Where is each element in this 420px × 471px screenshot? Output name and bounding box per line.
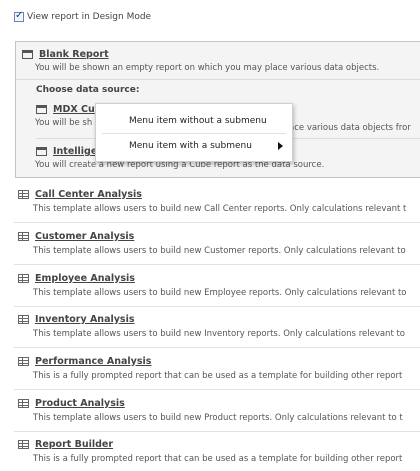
data-source-label: Choose data source: — [36, 85, 140, 95]
report-window-icon — [36, 105, 47, 114]
template-grid-icon — [18, 314, 29, 324]
divider — [14, 222, 420, 223]
template-description: This template allows users to build new … — [33, 204, 407, 214]
design-mode-toggle[interactable]: View report in Design Mode — [14, 10, 152, 22]
template-product[interactable]: Product Analysis This template allows us… — [18, 397, 420, 423]
menu-item-with-submenu[interactable]: Menu item with a submenu — [129, 141, 252, 151]
template-grid-icon — [18, 273, 29, 283]
context-menu: Menu item without a submenu Menu item wi… — [95, 103, 293, 162]
template-performance[interactable]: Performance Analysis This is a fully pro… — [18, 355, 420, 381]
template-inventory[interactable]: Inventory Analysis This template allows … — [18, 313, 420, 339]
template-grid-icon — [18, 398, 29, 408]
divider — [16, 79, 420, 80]
template-description: This template allows users to build new … — [33, 329, 406, 339]
template-description: This is a fully prompted report that can… — [33, 371, 403, 381]
divider — [14, 264, 420, 265]
template-call-center[interactable]: Call Center Analysis This template allow… — [18, 188, 420, 214]
report-window-icon — [36, 147, 47, 156]
template-report-builder[interactable]: Report Builder This is a fully prompted … — [18, 438, 420, 464]
report-window-icon — [22, 50, 33, 59]
template-grid-icon — [18, 189, 29, 199]
template-description: This template allows users to build new … — [33, 413, 403, 423]
divider — [14, 389, 420, 390]
mdx-description-left: You will be sh — [35, 118, 93, 128]
template-customer[interactable]: Customer Analysis This template allows u… — [18, 230, 420, 256]
submenu-arrow-icon — [278, 142, 283, 150]
intelligent-cube-link[interactable]: Intellige — [53, 146, 97, 157]
blank-report-option[interactable]: Blank Report You will be shown an empty … — [22, 49, 379, 73]
template-grid-icon — [18, 439, 29, 449]
template-link[interactable]: Customer Analysis — [35, 231, 134, 242]
template-link[interactable]: Report Builder — [35, 439, 113, 450]
design-mode-checkbox[interactable] — [14, 10, 24, 22]
template-grid-icon — [18, 231, 29, 241]
design-mode-label: View report in Design Mode — [27, 12, 152, 22]
template-grid-icon — [18, 356, 29, 366]
blank-report-description: You will be shown an empty report on whi… — [35, 63, 380, 73]
blank-report-link[interactable]: Blank Report — [39, 49, 109, 60]
menu-item-without-submenu[interactable]: Menu item without a submenu — [129, 116, 267, 126]
template-description: This is a fully prompted report that can… — [33, 454, 403, 464]
mdx-source-link[interactable]: MDX Cu — [53, 104, 95, 115]
template-description: This template allows users to build new … — [33, 246, 406, 256]
template-description: This template allows users to build new … — [33, 288, 407, 298]
mdx-description-right: ace various data objects fror — [289, 123, 411, 133]
divider — [14, 306, 420, 307]
template-employee[interactable]: Employee Analysis This template allows u… — [18, 272, 420, 298]
template-link[interactable]: Call Center Analysis — [35, 189, 142, 200]
menu-separator — [102, 133, 286, 134]
divider — [14, 431, 420, 432]
template-link[interactable]: Employee Analysis — [35, 273, 135, 284]
mdx-source-option[interactable]: MDX Cu You will be sh — [35, 104, 95, 128]
template-link[interactable]: Inventory Analysis — [35, 314, 135, 325]
template-link[interactable]: Product Analysis — [35, 398, 125, 409]
divider — [14, 347, 420, 348]
template-link[interactable]: Performance Analysis — [35, 356, 151, 367]
